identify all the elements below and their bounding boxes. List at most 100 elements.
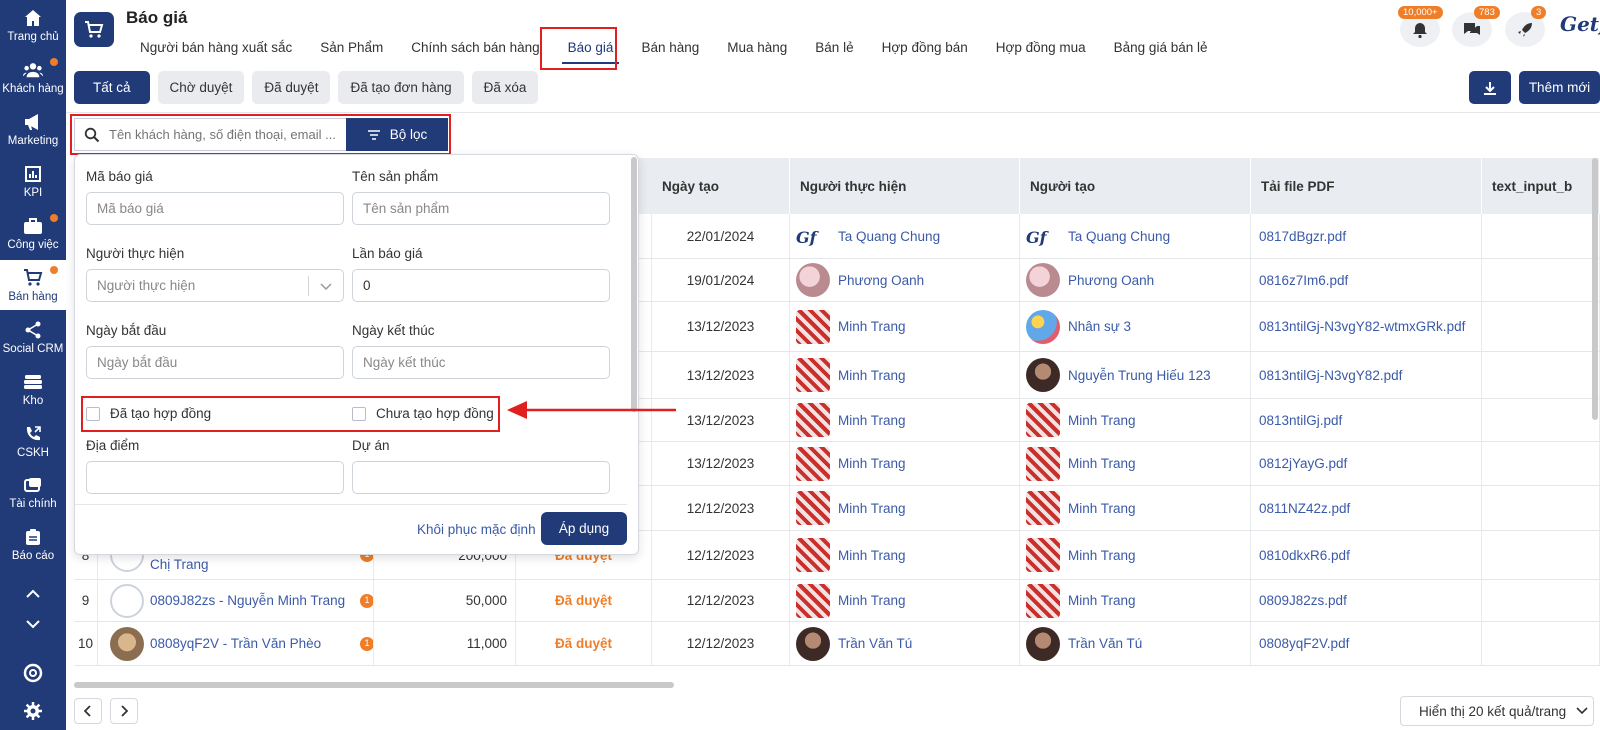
apply-button[interactable]: Áp dụng bbox=[541, 512, 627, 545]
pdf-download-link[interactable]: 0810dkxR6.pdf bbox=[1251, 531, 1482, 579]
status-filter-chip[interactable]: Tất cả bbox=[74, 71, 150, 104]
creator-link[interactable]: Nguyễn Trung Hiếu 123 bbox=[1020, 358, 1211, 392]
assignee-link[interactable]: Minh Trang bbox=[790, 403, 906, 437]
tab-3[interactable]: Chính sách bán hàng bbox=[397, 36, 553, 66]
notification-button[interactable]: 10,000+ bbox=[1398, 6, 1443, 47]
creator-link[interactable]: Phương Oanh bbox=[1020, 263, 1154, 297]
creator-link[interactable]: Minh Trang bbox=[1020, 446, 1136, 481]
tab-1[interactable]: Người bán hàng xuất sắc bbox=[126, 36, 306, 66]
messages-button[interactable]: 783 bbox=[1452, 6, 1500, 47]
nav-item-7[interactable]: Social CRM bbox=[0, 312, 66, 362]
assignee-name: Minh Trang bbox=[838, 593, 906, 608]
table-horizontal-scrollbar[interactable] bbox=[74, 682, 674, 688]
nav-item-2[interactable]: Khách hàng bbox=[0, 52, 66, 102]
column-header[interactable]: Người thực hiện bbox=[790, 158, 1020, 214]
svg-text:Gf: Gf bbox=[796, 228, 820, 247]
nav-item-10[interactable]: Tài chính bbox=[0, 467, 66, 517]
pdf-download-link[interactable]: 0812jYayG.pdf bbox=[1251, 442, 1482, 485]
quote-times-input[interactable]: 0 bbox=[352, 269, 610, 302]
annotation-arrow bbox=[507, 401, 676, 419]
support-button[interactable] bbox=[0, 660, 66, 690]
app-root: Trang chủ Khách hàng Marketing KPI Công việc… bbox=[0, 0, 1600, 730]
pdf-download-link[interactable]: 0813ntilGj-N3vgY82.pdf bbox=[1251, 352, 1482, 398]
nav-item-4[interactable]: KPI bbox=[0, 156, 66, 206]
panel-scrollbar[interactable] bbox=[631, 157, 637, 412]
project-input[interactable] bbox=[352, 461, 610, 494]
quote-code-label: Mã báo giá bbox=[86, 169, 153, 184]
nav-scroll-down-button[interactable] bbox=[0, 610, 66, 640]
status-filter-chip[interactable]: Đã duyệt bbox=[252, 71, 331, 104]
assignee-link[interactable]: Gf Ta Quang Chung bbox=[790, 221, 940, 251]
assignee-link[interactable]: Minh Trang bbox=[790, 358, 906, 392]
creator-link[interactable]: Trần Văn Tú bbox=[1020, 626, 1142, 661]
creator-name: Minh Trang bbox=[1068, 500, 1136, 516]
pdf-download-link[interactable]: 0816z7Im6.pdf bbox=[1251, 259, 1482, 301]
home-icon bbox=[23, 8, 43, 28]
pdf-download-link[interactable]: 0813ntilGj.pdf bbox=[1251, 399, 1482, 441]
table-vertical-scrollbar[interactable] bbox=[1592, 158, 1598, 420]
assignee-link[interactable]: Minh Trang bbox=[790, 538, 906, 572]
reset-default-button[interactable]: Khôi phục mặc định bbox=[417, 513, 536, 546]
creator-link[interactable]: Minh Trang bbox=[1020, 583, 1136, 618]
pdf-download-link[interactable]: 0811NZ42z.pdf bbox=[1251, 486, 1482, 530]
launch-button[interactable]: 3 bbox=[1505, 6, 1547, 47]
tab-10[interactable]: Bảng giá bán lẻ bbox=[1100, 36, 1222, 66]
add-new-button[interactable]: Thêm mới bbox=[1519, 71, 1600, 104]
column-header[interactable]: Người tạo bbox=[1020, 158, 1251, 214]
end-date-input[interactable]: Ngày kết thúc bbox=[352, 346, 610, 379]
location-input[interactable] bbox=[86, 461, 344, 494]
quote-code-input[interactable]: Mã báo giá bbox=[86, 192, 344, 225]
column-header[interactable]: Tải file PDF bbox=[1251, 158, 1482, 214]
product-name-input[interactable]: Tên sản phẩm bbox=[352, 192, 610, 225]
table-row[interactable]: 9 0809J82zs - Nguyễn Minh Trang 1 50,000 Đã … bbox=[74, 580, 1600, 622]
pdf-download-link[interactable]: 0808yqF2V.pdf bbox=[1251, 622, 1482, 665]
assignee-link[interactable]: Minh Trang bbox=[790, 309, 906, 344]
nav-item-3[interactable]: Marketing bbox=[0, 104, 66, 154]
column-header[interactable]: text_input_b bbox=[1482, 158, 1600, 214]
assignee-link[interactable]: Trần Văn Tú bbox=[790, 626, 912, 661]
assignee-link[interactable]: Minh Trang bbox=[790, 583, 906, 618]
creator-link[interactable]: Minh Trang bbox=[1020, 403, 1136, 437]
tab-6[interactable]: Mua hàng bbox=[713, 36, 801, 66]
next-page-button[interactable] bbox=[110, 698, 138, 724]
customer-link[interactable]: 0808yqF2V - Trần Văn Phèo 1 bbox=[106, 626, 373, 661]
tab-9[interactable]: Hợp đồng mua bbox=[982, 36, 1100, 66]
download-button[interactable] bbox=[1469, 71, 1511, 104]
assignee-select[interactable]: Người thực hiện bbox=[86, 269, 344, 302]
assignee-link[interactable]: Minh Trang bbox=[790, 446, 906, 481]
status-filter-chip[interactable]: Đã xóa bbox=[471, 71, 539, 104]
page-size-select[interactable]: Hiển thị 20 kết quả/trang bbox=[1400, 696, 1594, 726]
settings-button[interactable] bbox=[0, 698, 66, 728]
table-row[interactable]: 10 0808yqF2V - Trần Văn Phèo 1 11,000 Đã duy… bbox=[74, 622, 1600, 666]
status-filter-chip[interactable]: Đã tạo đơn hàng bbox=[338, 71, 464, 104]
tab-5[interactable]: Bán hàng bbox=[627, 36, 713, 66]
creator-link[interactable]: Nhân sự 3 bbox=[1020, 309, 1131, 344]
nav-item-11[interactable]: Báo cáo bbox=[0, 519, 66, 569]
start-date-input[interactable]: Ngày bắt đầu bbox=[86, 346, 344, 379]
customer-link[interactable]: 0809J82zs - Nguyễn Minh Trang 1 bbox=[106, 583, 373, 618]
tab-2[interactable]: Sản Phẩm bbox=[306, 36, 397, 66]
column-header[interactable]: Ngày tạo bbox=[652, 158, 790, 214]
nav-item-1[interactable]: Trang chủ bbox=[0, 0, 66, 50]
tab-7[interactable]: Bán lẻ bbox=[801, 36, 867, 66]
assignee-link[interactable]: Phương Oanh bbox=[790, 263, 924, 297]
creator-link[interactable]: Minh Trang bbox=[1020, 538, 1136, 572]
nav-item-9[interactable]: CSKH bbox=[0, 416, 66, 466]
pdf-download-link[interactable]: 0809J82zs.pdf bbox=[1251, 580, 1482, 621]
user-avatar[interactable]: Getfly bbox=[1560, 12, 1600, 36]
pdf-download-link[interactable]: 0813ntilGj-N3vgY82-wtmxGRk.pdf bbox=[1251, 302, 1482, 351]
creator-link[interactable]: Gf Ta Quang Chung bbox=[1020, 221, 1170, 251]
status-filter-chip[interactable]: Chờ duyệt bbox=[157, 71, 245, 104]
assignee-link[interactable]: Minh Trang bbox=[790, 491, 906, 525]
nav-scroll-up-button[interactable] bbox=[0, 580, 66, 610]
nav-item-8[interactable]: Kho bbox=[0, 364, 66, 414]
assignee-name: Minh Trang bbox=[838, 412, 906, 428]
tab-8[interactable]: Hợp đồng bán bbox=[868, 36, 982, 66]
avatar bbox=[796, 538, 830, 572]
prev-page-button[interactable] bbox=[74, 698, 102, 724]
assignee-cell: Minh Trang bbox=[790, 580, 1020, 621]
pdf-download-link[interactable]: 0817dBgzr.pdf bbox=[1251, 214, 1482, 258]
nav-item-5[interactable]: Công việc bbox=[0, 208, 66, 258]
nav-item-6[interactable]: Bán hàng bbox=[0, 260, 66, 310]
creator-link[interactable]: Minh Trang bbox=[1020, 491, 1136, 525]
